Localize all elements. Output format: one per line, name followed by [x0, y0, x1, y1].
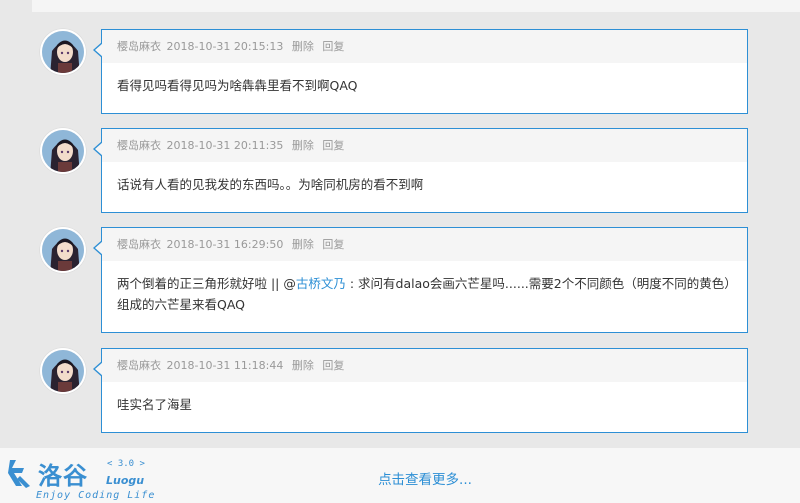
- reply-button[interactable]: 回复: [322, 40, 344, 53]
- comment-time: 2018-10-31 16:29:50: [166, 238, 284, 251]
- avatar[interactable]: [40, 227, 86, 273]
- reply-button[interactable]: 回复: [322, 359, 344, 372]
- comment-text: 话说有人看的见我发的东西吗。。为啥同机房的看不到啊: [117, 177, 424, 192]
- avatar[interactable]: [40, 29, 86, 75]
- comment-time: 2018-10-31 11:18:44: [166, 359, 284, 372]
- comment-author[interactable]: 樱岛麻衣: [117, 359, 161, 372]
- avatar-image: [42, 31, 84, 73]
- logo-text-cn: 洛谷: [38, 462, 88, 490]
- delete-button[interactable]: 删除: [292, 139, 314, 152]
- comment-time: 2018-10-31 20:15:13: [166, 40, 284, 53]
- comment-list: 樱岛麻衣 2018-10-31 20:15:13 删除 回复 看得见吗看得见吗为…: [32, 12, 800, 503]
- avatar-image: [42, 350, 84, 392]
- comment-bubble: 樱岛麻衣 2018-10-31 20:15:13 删除 回复 看得见吗看得见吗为…: [93, 29, 748, 114]
- delete-button[interactable]: 删除: [292, 359, 314, 372]
- delete-button[interactable]: 删除: [292, 40, 314, 53]
- comment-bubble: 樱岛麻衣 2018-10-31 11:18:44 删除 回复 哇实名了海星: [93, 348, 748, 433]
- comment-text: 两个倒着的正三角形就好啦 || @古桥文乃 : 求问有dalao会画六芒星吗..…: [102, 261, 747, 332]
- delete-button[interactable]: 删除: [292, 238, 314, 251]
- avatar[interactable]: [40, 128, 86, 174]
- logo-version: < 3.0 >: [107, 459, 145, 469]
- top-strip: [32, 0, 800, 12]
- comment-bubble: 樱岛麻衣 2018-10-31 16:29:50 删除 回复 两个倒着的正三角形…: [93, 227, 748, 333]
- comment-text-before: 两个倒着的正三角形就好啦 || @: [117, 276, 296, 291]
- comment-author[interactable]: 樱岛麻衣: [117, 238, 161, 251]
- avatar-image: [42, 130, 84, 172]
- logo-text-en: Luogu: [106, 474, 145, 487]
- user-mention-link[interactable]: 古桥文乃: [296, 276, 346, 291]
- comment-time: 2018-10-31 20:11:35: [166, 139, 284, 152]
- logo-mark-icon: [8, 460, 30, 488]
- load-more-link[interactable]: 点击查看更多...: [330, 468, 520, 488]
- luogu-logo[interactable]: 洛谷 < 3.0 > Luogu Enjoy Coding Life: [0, 452, 160, 503]
- comment-author[interactable]: 樱岛麻衣: [117, 40, 161, 53]
- reply-button[interactable]: 回复: [322, 238, 344, 251]
- comment-meta: 樱岛麻衣 2018-10-31 11:18:44 删除 回复: [102, 349, 747, 382]
- avatar-image: [42, 229, 84, 271]
- logo-tagline: Enjoy Coding Life: [36, 490, 156, 501]
- comment-meta: 樱岛麻衣 2018-10-31 20:15:13 删除 回复: [102, 30, 747, 63]
- avatar[interactable]: [40, 348, 86, 394]
- comment-text: 看得见吗看得见吗为啥犇犇里看不到啊QAQ: [117, 78, 358, 93]
- reply-button[interactable]: 回复: [322, 139, 344, 152]
- comment-meta: 樱岛麻衣 2018-10-31 16:29:50 删除 回复: [102, 228, 747, 261]
- comment-author[interactable]: 樱岛麻衣: [117, 139, 161, 152]
- comment-meta: 樱岛麻衣 2018-10-31 20:11:35 删除 回复: [102, 129, 747, 162]
- comment-bubble: 樱岛麻衣 2018-10-31 20:11:35 删除 回复 话说有人看的见我发…: [93, 128, 748, 213]
- comment-text: 哇实名了海星: [117, 397, 193, 412]
